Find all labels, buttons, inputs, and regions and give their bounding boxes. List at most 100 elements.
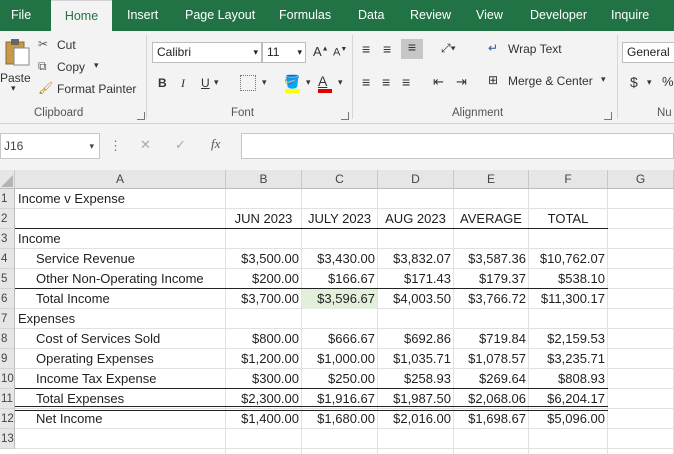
cell-a5[interactable]: Other Non-Operating Income: [15, 269, 226, 289]
more-options-icon[interactable]: ⋮: [109, 138, 122, 154]
orientation-icon[interactable]: ⤢▾: [441, 41, 456, 56]
tab-review[interactable]: Review: [410, 0, 451, 31]
cell-e2[interactable]: AVERAGE: [454, 209, 528, 229]
cell-e8[interactable]: $719.84: [454, 329, 528, 349]
cell-b1[interactable]: [226, 189, 301, 209]
row-header-5[interactable]: 5: [0, 269, 15, 289]
cell-c3[interactable]: [302, 229, 377, 249]
row-header-4[interactable]: 4: [0, 249, 15, 269]
cell-c12[interactable]: $1,680.00: [302, 409, 377, 429]
cell-d6[interactable]: $4,003.50: [378, 289, 453, 309]
cell-d9[interactable]: $1,035.71: [378, 349, 453, 369]
chevron-down-icon[interactable]: ▾: [338, 77, 343, 88]
cell-e7[interactable]: [454, 309, 528, 329]
tab-developer[interactable]: Developer: [530, 0, 587, 31]
cell-e6[interactable]: $3,766.72: [454, 289, 528, 309]
tab-home[interactable]: Home: [51, 0, 112, 32]
cell-e9[interactable]: $1,078.57: [454, 349, 528, 369]
cell-d7[interactable]: [378, 309, 453, 329]
cell-b4[interactable]: $3,500.00: [226, 249, 301, 269]
column-header-g[interactable]: G: [608, 170, 674, 189]
tab-file[interactable]: File: [11, 0, 31, 31]
cell-c13[interactable]: [302, 429, 377, 449]
column-header-d[interactable]: D: [378, 170, 454, 189]
cell-f2[interactable]: TOTAL: [529, 209, 607, 229]
font-name-dropdown[interactable]: Calibri ▾: [152, 42, 262, 63]
cell-f5[interactable]: $538.10: [529, 269, 607, 289]
alignment-dialog-launcher-icon[interactable]: [604, 112, 612, 120]
cell-c1[interactable]: [302, 189, 377, 209]
column-header-e[interactable]: E: [454, 170, 529, 189]
select-all-corner[interactable]: [0, 170, 15, 189]
tab-view[interactable]: View: [476, 0, 503, 31]
cell-e13[interactable]: [454, 429, 528, 449]
cell-f9[interactable]: $3,235.71: [529, 349, 607, 369]
increase-indent-icon[interactable]: ⇥: [456, 74, 467, 90]
cell-f10[interactable]: $808.93: [529, 369, 607, 389]
bold-button[interactable]: B: [158, 76, 167, 90]
merge-center-button[interactable]: ⊞ Merge & Center ▾: [488, 73, 612, 91]
currency-button[interactable]: $: [630, 74, 638, 90]
cell-c4[interactable]: $3,430.00: [302, 249, 377, 269]
column-header-f[interactable]: F: [529, 170, 608, 189]
cell-e5[interactable]: $179.37: [454, 269, 528, 289]
clipboard-dialog-launcher-icon[interactable]: [137, 112, 145, 120]
cell-d1[interactable]: [378, 189, 453, 209]
cell-f8[interactable]: $2,159.53: [529, 329, 607, 349]
row-header-8[interactable]: 8: [0, 329, 15, 349]
cell-f6[interactable]: $11,300.17: [529, 289, 607, 309]
cell-c6[interactable]: $3,596.67: [302, 289, 377, 309]
cell-d10[interactable]: $258.93: [378, 369, 453, 389]
row-header-2[interactable]: 2: [0, 209, 15, 229]
cell-b10[interactable]: $300.00: [226, 369, 301, 389]
font-size-dropdown[interactable]: 11 ▾: [262, 42, 306, 63]
cell-d5[interactable]: $171.43: [378, 269, 453, 289]
cell-f13[interactable]: [529, 429, 607, 449]
name-box[interactable]: J16 ▾: [0, 133, 100, 159]
underline-button[interactable]: U: [201, 76, 210, 90]
column-header-b[interactable]: B: [226, 170, 302, 189]
worksheet-grid[interactable]: A B C D E F G 1 Income v Expense 2 JUN 2023…: [0, 170, 674, 454]
grow-font-button[interactable]: A▲: [313, 44, 329, 59]
cell-a7[interactable]: Expenses: [15, 309, 226, 329]
cell-b5[interactable]: $200.00: [226, 269, 301, 289]
percent-button[interactable]: %: [662, 74, 674, 89]
format-painter-button[interactable]: 🖌 Format Painter: [38, 81, 142, 99]
cut-button[interactable]: ✂ Cut: [38, 37, 98, 55]
chevron-down-icon[interactable]: ▾: [214, 77, 219, 88]
cell-a6[interactable]: Total Income: [15, 289, 226, 309]
cell-d2[interactable]: AUG 2023: [378, 209, 453, 229]
align-middle-icon[interactable]: ≡: [383, 41, 391, 57]
row-header-9[interactable]: 9: [0, 349, 15, 369]
row-header-12[interactable]: 12: [0, 409, 15, 429]
decrease-indent-icon[interactable]: ⇤: [433, 74, 444, 90]
cell-a3[interactable]: Income: [15, 229, 226, 249]
cell-c8[interactable]: $666.67: [302, 329, 377, 349]
cell-b2[interactable]: JUN 2023: [226, 209, 301, 229]
font-dialog-launcher-icon[interactable]: [341, 112, 349, 120]
cell-a2[interactable]: [15, 209, 226, 229]
row-header-7[interactable]: 7: [0, 309, 15, 329]
cancel-icon[interactable]: ✕: [140, 137, 151, 153]
tab-data[interactable]: Data: [358, 0, 384, 31]
row-header-3[interactable]: 3: [0, 229, 15, 249]
cell-d3[interactable]: [378, 229, 453, 249]
row-header-1[interactable]: 1: [0, 189, 15, 209]
column-header-c[interactable]: C: [302, 170, 378, 189]
shrink-font-button[interactable]: A▼: [333, 46, 347, 59]
font-color-button[interactable]: A: [318, 73, 332, 93]
cell-b13[interactable]: [226, 429, 301, 449]
align-top-icon[interactable]: ≡: [362, 41, 370, 57]
cell-a1[interactable]: Income v Expense: [15, 189, 226, 209]
row-header-6[interactable]: 6: [0, 289, 15, 309]
cell-b12[interactable]: $1,400.00: [226, 409, 301, 429]
align-center-icon[interactable]: ≡: [382, 74, 390, 90]
cell-a4[interactable]: Service Revenue: [15, 249, 226, 269]
cell-e10[interactable]: $269.64: [454, 369, 528, 389]
cell-a9[interactable]: Operating Expenses: [15, 349, 226, 369]
cell-f3[interactable]: [529, 229, 607, 249]
cell-d12[interactable]: $2,016.00: [378, 409, 453, 429]
cell-a8[interactable]: Cost of Services Sold: [15, 329, 226, 349]
number-format-dropdown[interactable]: General: [622, 42, 674, 63]
cell-f7[interactable]: [529, 309, 607, 329]
